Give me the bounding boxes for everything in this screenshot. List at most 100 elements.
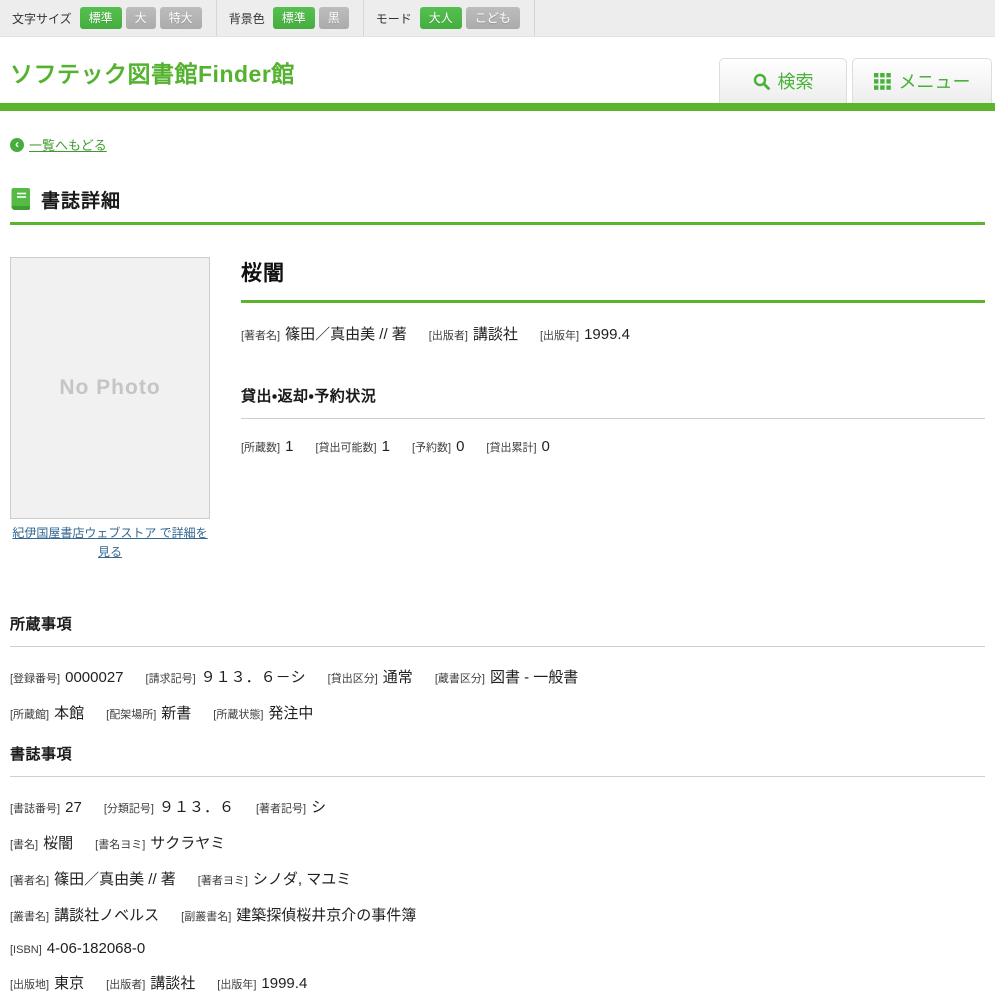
field: [所蔵数]1 [241,438,293,455]
section-divider [10,222,985,225]
field-value: 建築探偵桜井京介の事件簿 [236,904,416,925]
field-label: [著者ヨミ] [198,872,248,888]
search-button[interactable]: 検索 [719,58,847,103]
menu-grid-icon [874,73,891,90]
field-label: [出版年] [540,327,579,343]
photo-column: No Photo 紀伊国屋書店ウェブストア で詳細を見る [10,257,210,561]
field-label: [著者名] [241,327,280,343]
page-title: 書誌詳細 [41,186,121,213]
book-cover-placeholder: No Photo [10,257,210,519]
bg-color-group: 背景色 標準黒 [217,0,364,36]
field-value: 1999.4 [261,975,307,992]
field-value: 1999.4 [584,326,630,343]
biblio-section: 書誌事項 [書誌番号]27[分類記号]９１３．６[著者記号]シ[書名]桜闇[書名… [10,743,985,993]
field-value: 篠田／真由美 // 著 [285,323,407,344]
back-to-list-link[interactable]: 一覧へもどる [29,135,107,154]
field-value: 講談社 [473,323,518,344]
field: [貸出累計]0 [486,438,549,455]
book-icon [10,187,31,212]
field-label: [出版者] [429,327,468,343]
field: [書名]桜闇 [10,832,73,853]
field-label: [著者記号] [256,800,306,816]
field-label: [書名ヨミ] [95,836,145,852]
breadcrumb: ‹ 一覧へもどる [10,135,985,154]
field: [副叢書名]建築探偵桜井京介の事件簿 [181,904,416,925]
field-row: [出版地]東京[出版者]講談社[出版年]1999.4 [10,972,985,993]
field-row: [ISBN]4-06-182068-0 [10,940,985,957]
field: [著者ヨミ] シノダ, マユミ [198,868,351,889]
field-value: シ [311,796,326,817]
field-value: シノダ, マユミ [253,868,351,889]
field: [登録番号]0000027 [10,669,124,686]
biblio-title: 書誌事項 [10,743,985,764]
biblio-divider [10,776,985,777]
field: [書誌番号]27 [10,799,82,816]
toolbar-option[interactable]: 標準 [80,7,122,29]
field-label: [蔵書区分] [435,670,485,686]
toolbar-option[interactable]: 黒 [319,7,349,29]
search-button-label: 検索 [778,68,814,94]
biblio-fields: [書誌番号]27 [分類記号] ９１３．６ [著者記号] シ [書名]桜闇 [書名ヨミ] サク… [10,796,985,993]
lending-status-section: 貸出・返却・予約状況 [所蔵数]1[貸出可能数]1[予約数]0[貸出累計]0 [241,385,985,455]
toolbar-option[interactable]: こども [466,7,520,29]
field-label: [貸出区分] [328,670,378,686]
toolbar-option[interactable]: 標準 [273,7,315,29]
field-label: [出版地] [10,976,49,992]
mode-options: 大人こども [420,7,520,29]
field: [出版者] 講談社 [429,323,518,344]
field-label: [配架場所] [106,706,156,722]
field-label: [所蔵館] [10,706,49,722]
field-value: 新書 [161,702,191,723]
field-value: ９１３．６ [159,796,234,817]
field: [書名ヨミ] サクラヤミ [95,832,225,853]
field-row: [書名]桜闇 [書名ヨミ] サクラヤミ [10,832,985,853]
field-value: 0 [456,438,464,455]
header-tabs: 検索 メニュー [719,58,992,103]
toolbar-option[interactable]: 大 [126,7,156,29]
field: [分類記号] ９１３．６ [104,796,234,817]
mode-label: モード [376,10,412,27]
field-row: [所蔵館]本館[配架場所]新書[所蔵状態]発注中 [10,702,985,723]
field: [貸出区分]通常 [328,666,413,687]
book-detail: No Photo 紀伊国屋書店ウェブストア で詳細を見る 桜闇 [著者名]篠田／… [10,257,985,561]
menu-button[interactable]: メニュー [852,58,992,103]
field-label: [登録番号] [10,670,60,686]
field: [著者名] 篠田／真由美 // 著 [241,323,407,344]
kinokuniya-store-link[interactable]: 紀伊国屋書店ウェブストア で詳細を見る [10,524,210,561]
info-column: 桜闇 [著者名]篠田／真由美 // 著[出版者]講談社[出版年]1999.4 貸… [210,257,985,561]
holding-section: 所蔵事項 [登録番号]0000027[請求記号]９１３．６－シ[貸出区分]通常[… [10,613,985,723]
field-row: [著者名]篠田／真由美 // 著 [著者ヨミ] シノダ, マユミ [10,868,985,889]
field: [出版年] 1999.4 [540,326,630,343]
lending-status-divider [241,418,985,419]
field-row: [書誌番号]27 [分類記号] ９１３．６ [著者記号] シ [10,796,985,817]
holding-title: 所蔵事項 [10,613,985,634]
field-label: [分類記号] [104,800,154,816]
site-title: ソフテック図書館Finder館 [10,55,295,89]
back-arrow-icon: ‹ [10,138,24,152]
field-label: [所蔵状態] [213,706,263,722]
field: [所蔵館]本館 [10,702,84,723]
field: [請求記号]９１３．６－シ [146,666,306,687]
book-summary-fields: [著者名] 篠田／真由美 // 著 [出版者] 講談社 [出版年] 1999.4 [241,323,985,344]
toolbar-option[interactable]: 特大 [160,7,202,29]
field-label: [ISBN] [10,944,42,956]
main-content: ‹ 一覧へもどる 書誌詳細 No Photo 紀伊国屋書店ウェブストア で詳細を… [0,135,995,993]
field-value: サクラヤミ [150,832,225,853]
field-label: [出版者] [106,976,145,992]
field-value: 桜闇 [43,832,73,853]
field-label: [貸出可能数] [315,439,376,455]
no-photo-text: No Photo [59,376,160,400]
field-value: 1 [382,438,390,455]
field: [蔵書区分] 図書 - 一般書 [435,666,578,687]
toolbar-option[interactable]: 大人 [420,7,462,29]
field-value: 27 [65,799,82,816]
field: [貸出可能数] 1 [315,438,389,455]
field-label: [出版年] [217,976,256,992]
field: [出版年] 1999.4 [217,975,307,992]
field: [著者名]篠田／真由美 // 著 [10,868,176,889]
field-value: 講談社 [150,972,195,993]
holding-fields: [登録番号]0000027 [請求記号]９１３．６－シ [貸出区分]通常 [蔵書区分]… [10,666,985,723]
accessibility-toolbar: 文字サイズ 標準大特大 背景色 標準黒 モード 大人こども [0,0,995,37]
field-value: 図書 - 一般書 [490,666,578,687]
font-size-label: 文字サイズ [12,10,72,27]
